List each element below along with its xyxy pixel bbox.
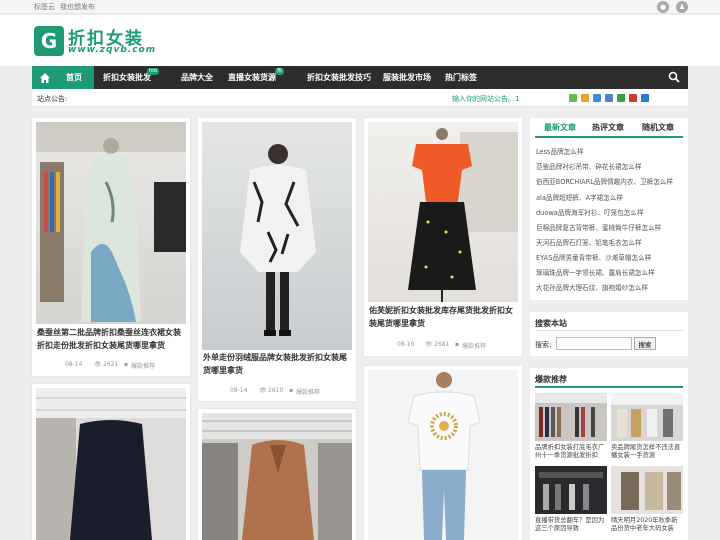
notice-bar: 站点公告: 输入你的网站公告。1 <box>32 89 688 107</box>
sidebar-article-link[interactable]: duowa品牌海军衬衫、叮笼包怎么样 <box>536 207 644 217</box>
article-card[interactable]: 佑芙妮折扣女装批发库存尾货批发折扣女装尾货哪里拿货 08-10 👁 2681 ▪… <box>364 118 522 356</box>
hot-item-caption[interactable]: 卖品牌尾货怎样不违法直播女装一手货源 <box>611 444 683 460</box>
search-icon[interactable] <box>668 71 680 83</box>
tab-latest[interactable]: 最新文章 <box>544 122 576 133</box>
notice-label: 站点公告: <box>37 95 68 103</box>
share-qzone-icon[interactable] <box>581 94 589 102</box>
share-more-icon[interactable] <box>641 94 649 102</box>
article-card[interactable] <box>198 409 356 540</box>
share-wechat-icon[interactable] <box>569 94 577 102</box>
nav-market[interactable]: 服装批发市场 <box>375 66 439 89</box>
divider <box>535 386 683 388</box>
hot-item-image[interactable] <box>611 466 683 514</box>
tag-icon: ▪ <box>455 341 460 348</box>
sidebar-article-link[interactable]: 琢璃珠品牌一字领长裙、露肩长裙怎么样 <box>536 267 655 277</box>
nav-badge-hot: hot <box>147 68 160 75</box>
nav-tags[interactable]: 热门标签 <box>437 66 485 89</box>
tab-random[interactable]: 随机文章 <box>642 122 674 133</box>
article-views: 2610 <box>268 387 284 394</box>
article-date: 08-14 <box>65 361 83 368</box>
search-button[interactable]: 搜索 <box>634 337 656 350</box>
hot-item-caption[interactable]: 品牌折扣女装打底毛衣广州十一季货源批发折扣 <box>535 444 607 460</box>
sidebar-articles-widget: 最新文章 热评文章 随机文章 Less品牌怎么样 范鉴品牌衬衫吊带、碎花长裙怎么… <box>530 118 688 300</box>
article-title[interactable]: 佑芙妮折扣女装批发库存尾货批发折扣女装尾货哪里拿货 <box>369 304 517 330</box>
article-image[interactable] <box>36 122 186 324</box>
home-icon[interactable] <box>32 66 58 89</box>
article-card[interactable]: 桑蚕丝第二批品牌折扣桑蚕丝连衣裙女装折扣走份批发折扣女装尾货哪里拿货 08-14… <box>32 118 190 376</box>
search-widget-title: 搜索本站 <box>535 319 567 328</box>
sidebar-hot-widget: 爆款推荐 品牌折扣女装打底毛衣广州十一季货源批发折扣 卖品牌尾货怎样不违法直播女… <box>530 368 688 540</box>
article-image[interactable] <box>202 122 352 350</box>
top-bar: 标签云 我也想发布 ● ♟ <box>0 0 720 14</box>
article-tag[interactable]: 爆款推荐 <box>131 361 155 370</box>
eye-icon: 👁 <box>425 341 433 348</box>
share-renren-icon[interactable] <box>605 94 613 102</box>
main-nav: 首页 折扣女装批发 hot 品牌大全 直播女装货源 热 折扣女装批发技巧 服装批… <box>32 66 688 89</box>
eye-icon: 👁 <box>259 387 267 394</box>
nav-tips[interactable]: 折扣女装批发技巧 <box>299 66 379 89</box>
sidebar-search-widget: 搜索本站 搜索: 搜索 <box>530 312 688 356</box>
location-icon[interactable]: ● <box>657 1 669 13</box>
hot-item-caption[interactable]: 晴天明月2020年秋季新品份货中老年大码女装 <box>611 517 683 533</box>
article-image[interactable] <box>368 122 518 302</box>
article-image[interactable] <box>368 370 518 540</box>
article-image[interactable] <box>36 388 186 540</box>
notice-text[interactable]: 输入你的网站公告。1 <box>452 94 519 104</box>
divider <box>535 330 683 331</box>
submit-link[interactable]: 我也想发布 <box>60 2 95 12</box>
hot-widget-title: 爆款推荐 <box>535 375 567 384</box>
share-weibo-icon[interactable] <box>629 94 637 102</box>
article-card[interactable]: 外单走份羽绒服品牌女装批发折扣女装尾货哪里拿货 08-14 👁 2610 ▪ 爆… <box>198 118 356 401</box>
article-tag[interactable]: 爆款推荐 <box>462 341 486 350</box>
tag-cloud-link[interactable]: 标签云 <box>34 2 55 12</box>
article-title[interactable]: 桑蚕丝第二批品牌折扣桑蚕丝连衣裙女装折扣走份批发折扣女装尾货哪里拿货 <box>37 326 185 352</box>
tag-icon: ▪ <box>289 387 294 394</box>
article-tag[interactable]: 爆款推荐 <box>296 387 320 396</box>
sidebar-article-link[interactable]: 巨棉品牌复古背带裤、蜜桃臀牛仔裤怎么样 <box>536 222 661 232</box>
article-title[interactable]: 外单走份羽绒服品牌女装批发折扣女装尾货哪里拿货 <box>203 351 351 377</box>
tab-underline <box>535 136 683 138</box>
sidebar-article-link[interactable]: 天河石品牌石灯笼、铅笔毛衣怎么样 <box>536 237 642 247</box>
article-views: 2681 <box>434 341 450 348</box>
article-views: 2621 <box>103 361 119 368</box>
share-douban-icon[interactable] <box>617 94 625 102</box>
article-card[interactable] <box>32 384 190 540</box>
user-icon[interactable]: ♟ <box>676 1 688 13</box>
hot-item-image[interactable] <box>535 466 607 514</box>
sidebar-article-link[interactable]: 大花孙品牌大理石纹、旗袍婚纱怎么样 <box>536 282 648 292</box>
logo-mark[interactable]: G <box>34 26 64 56</box>
tag-icon: ▪ <box>124 361 129 368</box>
nav-badge-new: 热 <box>275 68 285 75</box>
search-label: 搜索: <box>535 341 552 349</box>
hot-item-image[interactable] <box>611 393 683 441</box>
hot-item-caption[interactable]: 直播带货总翻车？是因为这三个原因导致 <box>535 517 607 533</box>
article-image[interactable] <box>202 413 352 540</box>
sidebar-article-link[interactable]: EYAS品牌男童背带裤、沙滩草帽怎么样 <box>536 252 651 262</box>
sidebar-article-link[interactable]: Less品牌怎么样 <box>536 146 583 156</box>
hot-item-image[interactable] <box>535 393 607 441</box>
article-date: 08-10 <box>397 341 415 348</box>
nav-home[interactable]: 首页 <box>58 66 94 89</box>
share-qq-icon[interactable] <box>593 94 601 102</box>
sidebar-article-link[interactable]: 伯西亚BORCHIARL品牌情趣内衣、卫裤怎么样 <box>536 176 673 186</box>
nav-brands[interactable]: 品牌大全 <box>173 66 221 89</box>
logo-domain: www.zqvb.com <box>68 45 157 55</box>
article-card[interactable] <box>364 366 522 540</box>
sidebar-article-link[interactable]: 范鉴品牌衬衫吊带、碎花长裙怎么样 <box>536 161 642 171</box>
search-input[interactable] <box>556 337 632 350</box>
eye-icon: 👁 <box>94 361 102 368</box>
tab-hot-comments[interactable]: 热评文章 <box>592 122 624 133</box>
article-date: 08-14 <box>230 387 248 394</box>
sidebar-article-link[interactable]: ala品牌超短裤、A字裙怎么样 <box>536 192 623 202</box>
